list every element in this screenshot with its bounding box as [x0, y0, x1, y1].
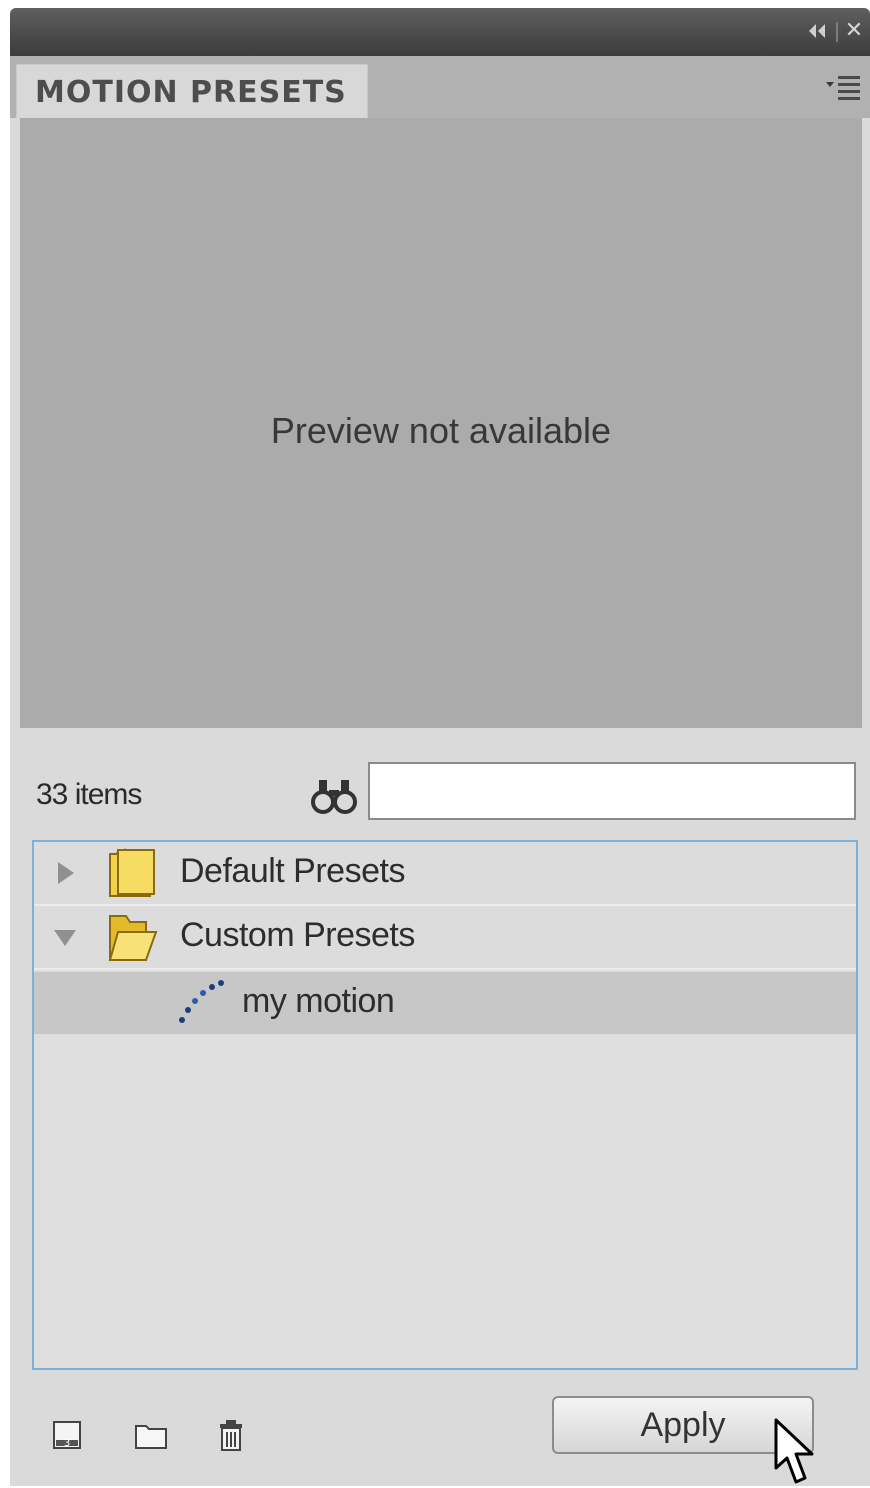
search-input[interactable] — [368, 762, 856, 820]
tab-bar: MOTION PRESETS — [10, 56, 870, 118]
binoculars-icon — [311, 780, 357, 814]
import-preset-icon[interactable]: 3 — [50, 1418, 84, 1452]
item-count: 33 items — [36, 778, 142, 811]
tree-item-custom-presets[interactable]: Custom Presets — [34, 906, 856, 970]
tree-item-default-presets[interactable]: Default Presets — [34, 842, 856, 906]
motion-path-icon — [179, 980, 224, 1023]
close-icon[interactable]: ✕ — [844, 20, 864, 42]
titlebar-divider — [836, 22, 838, 42]
tree-item-label: Default Presets — [180, 852, 405, 890]
new-folder-icon[interactable] — [134, 1418, 168, 1452]
expand-icon[interactable] — [58, 862, 74, 884]
collapse-icon[interactable] — [806, 22, 828, 40]
mouse-cursor-icon — [774, 1418, 814, 1484]
tab-label: MOTION PRESETS — [35, 75, 347, 110]
preview-area: Preview not available — [20, 118, 862, 728]
folder-icon — [109, 848, 155, 897]
preview-message: Preview not available — [270, 410, 612, 451]
tab-motion-presets[interactable]: MOTION PRESETS — [16, 64, 368, 118]
collapse-tree-icon[interactable] — [54, 930, 76, 946]
svg-text:3: 3 — [64, 1438, 70, 1449]
tree-item-my-motion[interactable]: my motion — [34, 972, 856, 1034]
tree-item-label: Custom Presets — [180, 916, 415, 954]
panel-titlebar: ✕ — [10, 8, 870, 56]
tree-item-label: my motion — [242, 982, 395, 1020]
panel-menu-icon[interactable] — [824, 70, 864, 104]
presets-tree: Default Presets Custom Presets my motion — [32, 840, 858, 1370]
delete-icon[interactable] — [214, 1418, 248, 1452]
open-folder-icon — [108, 915, 158, 961]
motion-presets-panel: ✕ MOTION PRESETS Preview not available 3… — [10, 8, 870, 1486]
